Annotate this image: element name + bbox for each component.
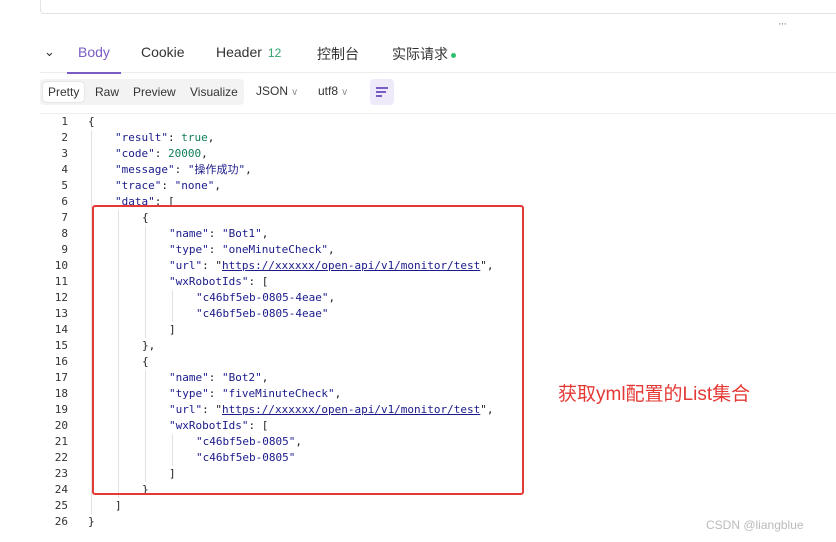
line-number: 21 <box>54 435 68 448</box>
line-number: 20 <box>54 419 68 432</box>
previous-panel-strip <box>40 0 836 14</box>
chevron-down-icon: ∨ <box>291 87 299 98</box>
code-text: "message": "操作成功", <box>115 162 252 178</box>
tab-console[interactable]: 控制台 <box>317 44 359 72</box>
annotation-text: 获取yml配置的List集合 <box>558 384 751 405</box>
code-token: { <box>88 115 95 128</box>
line-number: 16 <box>54 355 68 368</box>
chevron-down-icon: ∨ <box>341 87 349 98</box>
more-dots-icon[interactable]: ··· <box>778 18 787 30</box>
code-token: , <box>245 163 252 176</box>
code-token: ] <box>115 499 122 512</box>
chevron-down-icon[interactable]: ⌄ <box>44 44 55 60</box>
encoding-select-value: utf8 <box>318 84 339 98</box>
code-line: 2 "result": true, <box>40 130 836 146</box>
code-line: 4 "message": "操作成功", <box>40 162 836 178</box>
line-number: 26 <box>54 515 68 528</box>
line-number: 13 <box>54 307 68 320</box>
highlight-box <box>92 205 524 495</box>
view-mode-segmented: Pretty Raw Preview Visualize <box>40 79 244 105</box>
line-number: 10 <box>54 259 68 272</box>
line-number: 19 <box>54 403 68 416</box>
code-token: , <box>201 147 208 160</box>
line-number: 18 <box>54 387 68 400</box>
code-token: 20000 <box>168 147 202 160</box>
code-text: { <box>88 114 95 130</box>
code-token: } <box>88 515 95 528</box>
format-select-value: JSON <box>256 84 289 98</box>
code-token: : <box>167 131 182 144</box>
code-text: ] <box>115 498 122 514</box>
response-tabs: ⌄ Body Cookie Header 12 控制台 实际请求 <box>40 38 836 74</box>
code-token: : <box>174 163 188 176</box>
line-number: 9 <box>61 243 68 256</box>
code-line: 1{ <box>40 114 836 130</box>
view-preview-button[interactable]: Preview <box>128 82 181 102</box>
line-number: 5 <box>61 179 68 192</box>
line-number: 24 <box>54 483 68 496</box>
line-number: 6 <box>61 195 68 208</box>
code-token: true <box>181 131 208 144</box>
code-token: "code" <box>115 147 155 160</box>
format-select[interactable]: JSON ∨ <box>256 84 298 98</box>
code-token: : <box>161 179 175 192</box>
wrap-lines-icon[interactable] <box>370 79 394 105</box>
line-number: 8 <box>61 227 68 240</box>
code-text: "code": 20000, <box>115 146 208 162</box>
code-line: 3 "code": 20000, <box>40 146 836 162</box>
tab-actual-request[interactable]: 实际请求 <box>392 44 456 72</box>
tab-body[interactable]: Body <box>67 44 121 74</box>
code-text: "trace": "none", <box>115 178 221 194</box>
tab-header[interactable]: Header 12 <box>216 44 281 72</box>
tab-cookie[interactable]: Cookie <box>141 44 185 72</box>
code-token: "操作成功" <box>187 163 246 176</box>
line-number: 2 <box>61 131 68 144</box>
line-number: 11 <box>54 275 68 288</box>
line-number: 22 <box>54 451 68 464</box>
code-token: , <box>214 179 221 192</box>
code-text: "result": true, <box>115 130 214 146</box>
view-pretty-button[interactable]: Pretty <box>43 82 85 102</box>
line-number: 23 <box>54 467 68 480</box>
code-line: 25] <box>40 498 836 514</box>
code-token: "trace" <box>115 179 162 192</box>
code-token: "message" <box>115 163 175 176</box>
line-number: 4 <box>61 163 68 176</box>
tab-header-label: Header <box>216 44 262 60</box>
tab-actual-request-label: 实际请求 <box>392 46 448 62</box>
header-count-badge: 12 <box>267 46 282 60</box>
code-token: , <box>207 131 215 144</box>
code-line: 5 "trace": "none", <box>40 178 836 194</box>
code-token: "none" <box>174 179 215 192</box>
watermark: CSDN @liangblue <box>706 518 804 532</box>
line-number: 17 <box>54 371 68 384</box>
view-visualize-button[interactable]: Visualize <box>185 82 243 102</box>
line-number: 1 <box>61 115 68 128</box>
line-number: 3 <box>61 147 68 160</box>
encoding-select[interactable]: utf8 ∨ <box>318 84 348 98</box>
status-dot-icon <box>451 52 456 58</box>
code-token: : <box>154 147 168 160</box>
code-token: "result" <box>115 131 168 144</box>
line-number: 25 <box>54 499 68 512</box>
code-text: } <box>88 514 95 530</box>
line-number: 7 <box>61 211 68 224</box>
line-number: 15 <box>54 339 68 352</box>
line-number: 12 <box>54 291 68 304</box>
view-raw-button[interactable]: Raw <box>90 82 124 102</box>
line-number: 14 <box>54 323 68 336</box>
